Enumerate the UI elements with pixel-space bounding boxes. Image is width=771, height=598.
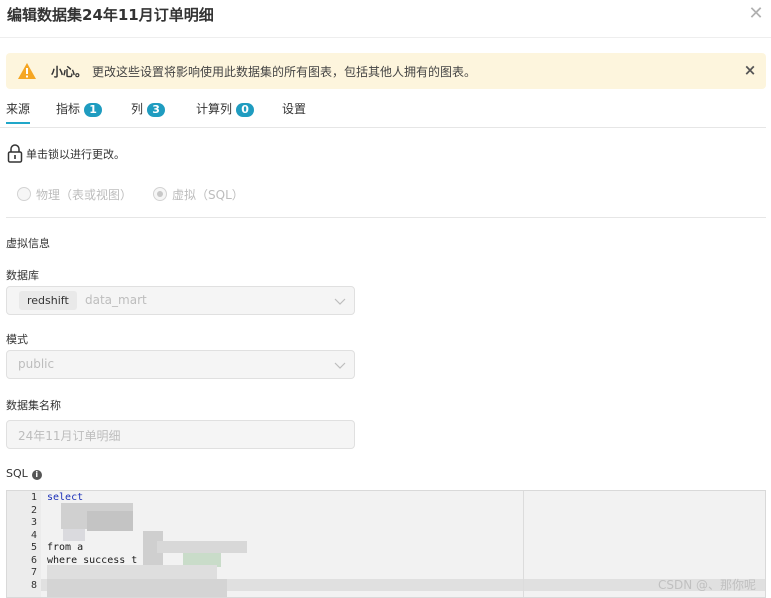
dialog-header: 编辑数据集24年11月订单明细 ✕ xyxy=(0,0,771,38)
section-title: 虚拟信息 xyxy=(6,237,50,250)
tab-source[interactable]: 来源 xyxy=(6,100,31,124)
tab-bar: 来源 指标 1 列3 计算列 0 设置 xyxy=(0,92,766,128)
radio-dot xyxy=(153,187,167,201)
line-number: 6 xyxy=(30,555,37,566)
dataset-name-label: 数据集名称 xyxy=(6,399,61,412)
tab-label: 设置 xyxy=(282,102,307,116)
tab-count-badge: 3 xyxy=(147,103,166,117)
tab-count-badge: 1 xyxy=(84,103,103,117)
radio-label: 虚拟（SQL） xyxy=(172,188,244,202)
alert-message: 更改这些设置将影响使用此数据集的所有图表，包括其他人拥有的图表。 xyxy=(92,65,477,79)
sql-label-row: SQL i xyxy=(6,467,42,480)
dataset-name-input[interactable]: 24年11月订单明细 xyxy=(6,420,355,449)
database-select[interactable]: redshift data_mart xyxy=(6,286,355,315)
line-number: 4 xyxy=(30,530,37,541)
warning-alert: 小心。 更改这些设置将影响使用此数据集的所有图表，包括其他人拥有的图表。 × xyxy=(6,53,766,89)
chevron-down-icon xyxy=(334,298,346,305)
tab-count-badge: 0 xyxy=(236,103,255,117)
line-number: 1 xyxy=(30,492,37,503)
redaction-mosaic xyxy=(87,511,133,531)
line-number: 7 xyxy=(30,567,37,578)
radio-dot xyxy=(17,187,31,201)
alert-close-icon[interactable]: × xyxy=(742,61,758,79)
editor-margin-line xyxy=(523,491,524,597)
warning-icon xyxy=(18,63,36,79)
tab-label: 列 xyxy=(131,102,144,116)
lock-icon[interactable] xyxy=(7,143,23,163)
code-line: from a xyxy=(47,542,84,553)
tab-calculated-columns[interactable]: 计算列 0 xyxy=(196,100,255,124)
tab-label: 计算列 xyxy=(196,102,233,116)
database-label: 数据库 xyxy=(6,269,39,282)
radio-label: 物理（表或视图） xyxy=(36,188,133,202)
code-line: select xyxy=(47,492,84,503)
line-number: 5 xyxy=(30,542,37,553)
tab-label: 指标 xyxy=(56,102,81,116)
schema-label: 模式 xyxy=(6,333,28,346)
info-icon[interactable]: i xyxy=(31,470,42,480)
database-type-tag: redshift xyxy=(19,291,77,310)
watermark: CSDN @、那你呢 xyxy=(658,578,757,592)
database-value: data_mart xyxy=(85,293,147,307)
line-number: 8 xyxy=(30,580,37,591)
redaction-mosaic xyxy=(157,541,247,553)
sql-editor[interactable]: 1 2 3 4 5 6 7 8 select from a where succ… xyxy=(6,490,766,598)
sql-label: SQL xyxy=(6,467,28,480)
alert-strong-text: 小心。 xyxy=(51,65,88,79)
close-icon[interactable]: ✕ xyxy=(746,4,766,24)
line-number: 2 xyxy=(30,505,37,516)
tab-columns[interactable]: 列3 xyxy=(131,100,166,124)
redaction-mosaic xyxy=(47,579,227,597)
tab-label: 来源 xyxy=(6,102,31,116)
schema-select[interactable]: public xyxy=(6,350,355,379)
schema-value: public xyxy=(18,357,55,371)
lock-hint: 单击锁以进行更改。 xyxy=(26,148,125,161)
tab-metrics[interactable]: 指标 1 xyxy=(56,100,103,124)
dialog-title: 编辑数据集24年11月订单明细 xyxy=(7,6,214,24)
chevron-down-icon xyxy=(334,362,346,369)
tab-settings[interactable]: 设置 xyxy=(282,100,306,124)
redaction-mosaic xyxy=(63,529,85,541)
dataset-name-value: 24年11月订单明细 xyxy=(18,429,121,443)
section-divider xyxy=(6,217,766,218)
line-number: 3 xyxy=(30,517,37,528)
redaction-mosaic xyxy=(47,565,217,579)
